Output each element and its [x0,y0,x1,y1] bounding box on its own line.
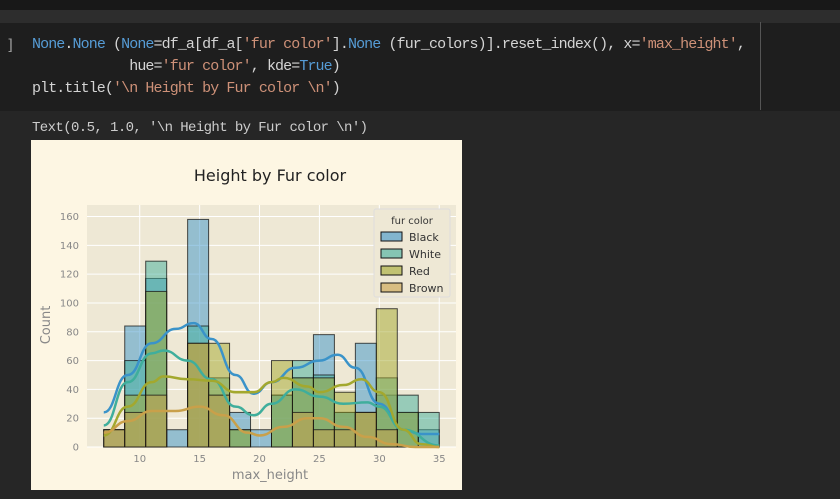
code-token: None [121,36,154,53]
histogram-chart: Height by Fur color 10 15 20 25 30 35 0 20 40 60 8… [39,166,456,483]
legend-swatch-brown [380,282,403,293]
code-token: . [64,36,73,53]
cell-prompt: ] [6,36,16,54]
legend-label: Black [409,231,439,244]
x-tick-label: 10 [133,454,146,465]
code-token: ]. [331,36,349,53]
y-tick-label: 40 [66,385,79,396]
legend-label: Red [409,265,430,278]
y-tick-label: 100 [60,298,79,309]
code-token: (fur_colors)].reset_index(), x= [380,36,640,53]
code-token: 'max_height' [639,36,738,53]
histogram-bar-brown [208,394,231,448]
legend-label: Brown [409,282,444,295]
code-token: '\n Height by Fur color \n' [113,80,333,97]
y-tick-label: 140 [60,241,79,252]
histogram-bar-brown [312,429,335,448]
histogram-bar-red [375,308,398,448]
toolbar-strip [0,10,840,23]
histogram-bar-brown [333,429,356,448]
code-token: hue= [32,58,162,75]
x-tick-label: 30 [373,454,386,465]
code-token: 'fur color' [161,58,252,75]
code-token: 'fur color' [242,36,333,53]
code-token: ) [331,58,341,75]
code-token: =df_a[df_a[ [153,36,244,53]
chart-figure: Height by Fur color 10 15 20 25 30 35 0 20 40 60 8… [31,140,462,490]
y-tick-label: 80 [66,327,79,338]
y-tick-label: 120 [60,270,79,281]
y-tick-label: 60 [66,356,79,367]
code-token: , [736,36,746,53]
text-cursor [760,22,761,110]
legend-label: White [409,248,441,261]
histogram-bar-black [166,429,189,448]
x-tick-label: 20 [253,454,266,465]
legend-title: fur color [391,216,434,227]
legend-swatch-red [380,265,403,276]
histogram-bar-brown [187,342,210,448]
chart-title: Height by Fur color [194,166,347,185]
x-tick-label: 25 [313,454,326,465]
code-token: plt.title( [32,80,114,97]
legend-swatch-black [380,231,403,242]
window-top-bar [0,0,840,10]
code-token: None [347,36,381,53]
legend: fur color Black White Red Brown [373,208,451,298]
y-tick-label: 20 [66,414,79,425]
y-tick-label: 160 [60,212,79,223]
histogram-bar-brown [124,411,147,448]
code-editor[interactable]: None.None (None=df_a[df_a['fur color'].N… [32,34,746,100]
legend-swatch-white [380,248,403,259]
code-token: True [299,58,332,75]
code-token: None [32,36,65,53]
histogram-bar-brown [354,411,377,448]
code-token: ( [104,36,122,53]
x-tick-label: 35 [433,454,446,465]
code-token: None [72,36,106,53]
y-tick-label: 0 [73,443,79,454]
x-axis-label: max_height [232,468,308,483]
y-axis-label: Count [39,306,54,345]
output-text: Text(0.5, 1.0, '\n Height by Fur color \… [32,120,368,136]
histogram-bar-brown [145,394,168,448]
code-token: ) [331,80,341,97]
x-tick-label: 15 [193,454,206,465]
code-token: , kde= [250,58,301,75]
